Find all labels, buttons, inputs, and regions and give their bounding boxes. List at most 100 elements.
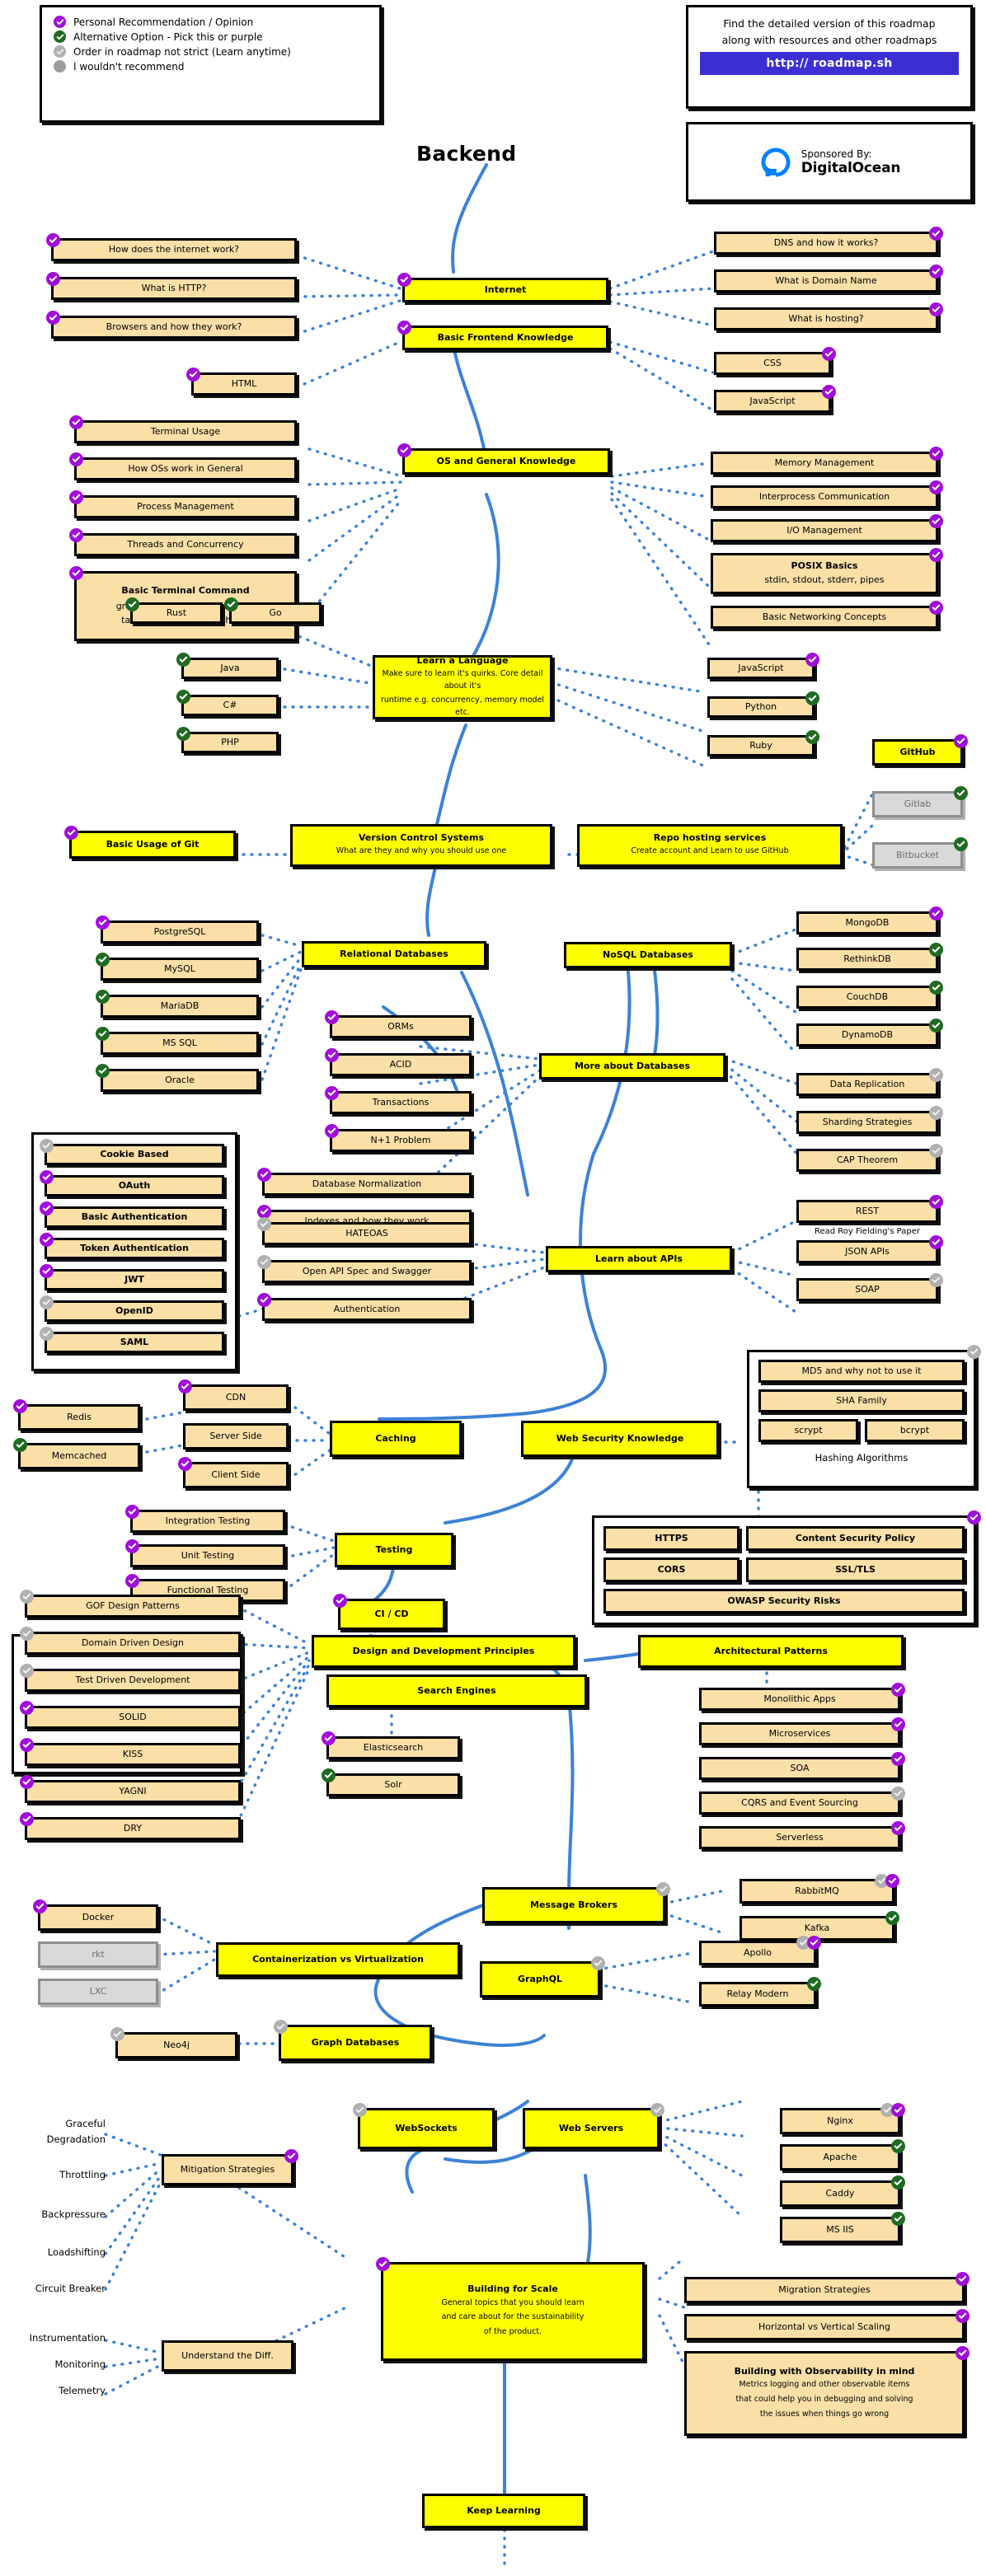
node-bcrypt[interactable]: bcrypt bbox=[865, 1419, 965, 1442]
node-csharp[interactable]: C# bbox=[176, 690, 279, 716]
node-rest[interactable]: REST bbox=[796, 1195, 943, 1223]
node-basic-frontend-knowledge[interactable]: Basic Frontend Knowledge bbox=[397, 321, 608, 350]
node-transactions[interactable]: Transactions bbox=[325, 1086, 472, 1114]
node-orms[interactable]: ORMs bbox=[325, 1010, 472, 1038]
node-client-side-caching[interactable]: Client Side bbox=[178, 1457, 289, 1488]
node-memory-management[interactable]: Memory Management bbox=[711, 447, 943, 475]
node-java[interactable]: Java bbox=[176, 653, 279, 679]
node-interprocess-communication[interactable]: Interprocess Communication bbox=[711, 480, 943, 508]
node-learn-a-language[interactable]: Learn a Language Make sure to learn it's… bbox=[373, 655, 552, 719]
node-postgresql[interactable]: PostgreSQL bbox=[96, 916, 259, 944]
node-monolithic-apps[interactable]: Monolithic Apps bbox=[699, 1683, 905, 1711]
node-more-about-databases[interactable]: More about Databases bbox=[539, 1053, 725, 1080]
node-learn-about-apis[interactable]: Learn about APIs bbox=[546, 1246, 732, 1272]
node-jwt[interactable]: JWT bbox=[40, 1264, 224, 1290]
node-acid[interactable]: ACID bbox=[325, 1048, 472, 1076]
node-relational-databases[interactable]: Relational Databases bbox=[302, 941, 486, 967]
node-repo-hosting-services[interactable]: Repo hosting services Create account and… bbox=[577, 824, 843, 867]
node-solid[interactable]: SOLID bbox=[20, 1701, 241, 1729]
node-nosql-databases[interactable]: NoSQL Databases bbox=[564, 942, 732, 968]
node-building-with-observability[interactable]: Building with Observability in mind Metr… bbox=[684, 2346, 970, 2436]
node-search-engines[interactable]: Search Engines bbox=[326, 1674, 587, 1707]
node-integration-testing[interactable]: Integration Testing bbox=[125, 1505, 285, 1533]
node-hateoas[interactable]: HATEOAS bbox=[257, 1217, 472, 1245]
node-cdn[interactable]: CDN bbox=[178, 1379, 289, 1411]
node-token-authentication[interactable]: Token Authentication bbox=[40, 1233, 224, 1259]
node-server-side-caching[interactable]: Server Side bbox=[183, 1423, 289, 1450]
node-github[interactable]: GitHub bbox=[872, 734, 968, 766]
node-keep-learning[interactable]: Keep Learning bbox=[422, 2494, 585, 2528]
node-solr[interactable]: Solr bbox=[322, 1768, 460, 1796]
node-javascript-frontend[interactable]: JavaScript bbox=[714, 385, 836, 413]
node-gof-design-patterns[interactable]: GOF Design Patterns bbox=[20, 1590, 241, 1618]
node-apache[interactable]: Apache bbox=[780, 2139, 905, 2171]
node-threads-and-concurrency[interactable]: Threads and Concurrency bbox=[69, 528, 297, 556]
node-authentication[interactable]: Authentication bbox=[257, 1293, 472, 1321]
node-architectural-patterns[interactable]: Architectural Patterns bbox=[638, 1635, 904, 1668]
node-cors[interactable]: CORS bbox=[603, 1557, 740, 1582]
node-posix-basics[interactable]: POSIX Basics stdin, stdout, stderr, pipe… bbox=[711, 548, 943, 594]
node-ms-iis[interactable]: MS IIS bbox=[780, 2212, 905, 2243]
node-data-replication[interactable]: Data Replication bbox=[796, 1068, 943, 1096]
node-browsers-how-they-work[interactable]: Browsers and how they work? bbox=[46, 311, 297, 339]
node-caching[interactable]: Caching bbox=[330, 1421, 462, 1457]
node-mongodb[interactable]: MongoDB bbox=[796, 906, 943, 934]
node-domain-driven-design[interactable]: Domain Driven Design bbox=[20, 1627, 241, 1655]
node-graph-databases[interactable]: Graph Databases bbox=[274, 2020, 432, 2061]
node-testing[interactable]: Testing bbox=[335, 1533, 453, 1567]
node-caddy[interactable]: Caddy bbox=[780, 2176, 905, 2207]
node-php[interactable]: PHP bbox=[176, 727, 279, 753]
node-gitlab[interactable]: Gitlab bbox=[872, 786, 968, 817]
node-how-os-work-in-general[interactable]: How OSs work in General bbox=[69, 452, 297, 480]
node-html[interactable]: HTML bbox=[186, 368, 297, 396]
node-saml[interactable]: SAML bbox=[40, 1327, 224, 1353]
node-microservices[interactable]: Microservices bbox=[699, 1717, 905, 1745]
node-understand-the-diff[interactable]: Understand the Diff. bbox=[162, 2340, 293, 2372]
node-serverless[interactable]: Serverless bbox=[699, 1821, 905, 1849]
node-how-does-internet-work[interactable]: How does the internet work? bbox=[46, 233, 297, 261]
node-migration-strategies[interactable]: Migration Strategies bbox=[684, 2272, 970, 2303]
node-n1-problem[interactable]: N+1 Problem bbox=[325, 1124, 472, 1152]
node-mariadb[interactable]: MariaDB bbox=[96, 990, 259, 1018]
node-what-is-http[interactable]: What is HTTP? bbox=[46, 272, 297, 300]
node-basic-usage-of-git[interactable]: Basic Usage of Git bbox=[64, 826, 236, 859]
node-ci-cd[interactable]: CI / CD bbox=[333, 1594, 445, 1630]
node-relay-modern[interactable]: Relay Modern bbox=[699, 1977, 821, 2007]
node-memcached[interactable]: Memcached bbox=[13, 1438, 140, 1469]
node-content-security-policy[interactable]: Content Security Policy bbox=[746, 1526, 965, 1551]
node-json-apis[interactable]: JSON APIs bbox=[796, 1235, 943, 1263]
node-message-brokers[interactable]: Message Brokers bbox=[482, 1882, 670, 1923]
node-websockets-main[interactable]: WebSockets bbox=[353, 2103, 495, 2149]
node-md5[interactable]: MD5 and why not to use it bbox=[758, 1360, 965, 1383]
node-kiss[interactable]: KISS bbox=[20, 1738, 241, 1766]
node-oracle[interactable]: Oracle bbox=[96, 1064, 259, 1092]
node-neo4j[interactable]: Neo4j bbox=[110, 2027, 237, 2058]
node-basic-authentication[interactable]: Basic Authentication bbox=[40, 1201, 224, 1228]
node-what-is-hosting[interactable]: What is hosting? bbox=[714, 302, 943, 330]
node-terminal-usage[interactable]: Terminal Usage bbox=[69, 415, 297, 443]
node-apollo[interactable]: Apollo bbox=[699, 1936, 821, 1965]
node-css[interactable]: CSS bbox=[714, 347, 836, 375]
node-javascript-language[interactable]: JavaScript bbox=[707, 653, 819, 679]
roadmap-sh-link[interactable]: http:// roadmap.sh bbox=[700, 52, 959, 75]
node-mssql[interactable]: MS SQL bbox=[96, 1027, 259, 1055]
node-nginx-final[interactable]: Nginx bbox=[780, 2103, 905, 2134]
node-rabbitmq[interactable]: RabbitMQ bbox=[740, 1874, 899, 1904]
node-soa[interactable]: SOA bbox=[699, 1752, 905, 1780]
node-process-management[interactable]: Process Management bbox=[69, 490, 297, 518]
node-cqrs-event-sourcing[interactable]: CQRS and Event Sourcing bbox=[699, 1787, 905, 1815]
node-horizontal-vs-vertical-scaling[interactable]: Horizontal vs Vertical Scaling bbox=[684, 2309, 970, 2340]
node-rust[interactable]: Rust bbox=[125, 597, 223, 624]
node-cap-theorem[interactable]: CAP Theorem bbox=[796, 1144, 943, 1172]
node-lxc[interactable]: LXC bbox=[38, 1979, 158, 2005]
node-mitigation-strategies[interactable]: Mitigation Strategies bbox=[162, 2149, 298, 2185]
node-sharding-strategies[interactable]: Sharding Strategies bbox=[796, 1106, 943, 1134]
node-ruby[interactable]: Ruby bbox=[707, 730, 819, 756]
node-soap[interactable]: SOAP bbox=[796, 1273, 943, 1301]
node-open-api-spec-swagger[interactable]: Open API Spec and Swagger bbox=[257, 1255, 472, 1283]
node-graphql[interactable]: GraphQL bbox=[480, 1956, 605, 1998]
node-docker[interactable]: Docker bbox=[33, 1899, 158, 1931]
node-unit-testing[interactable]: Unit Testing bbox=[125, 1539, 285, 1567]
node-io-management[interactable]: I/O Management bbox=[711, 514, 943, 542]
node-couchdb[interactable]: CouchDB bbox=[796, 981, 943, 1009]
